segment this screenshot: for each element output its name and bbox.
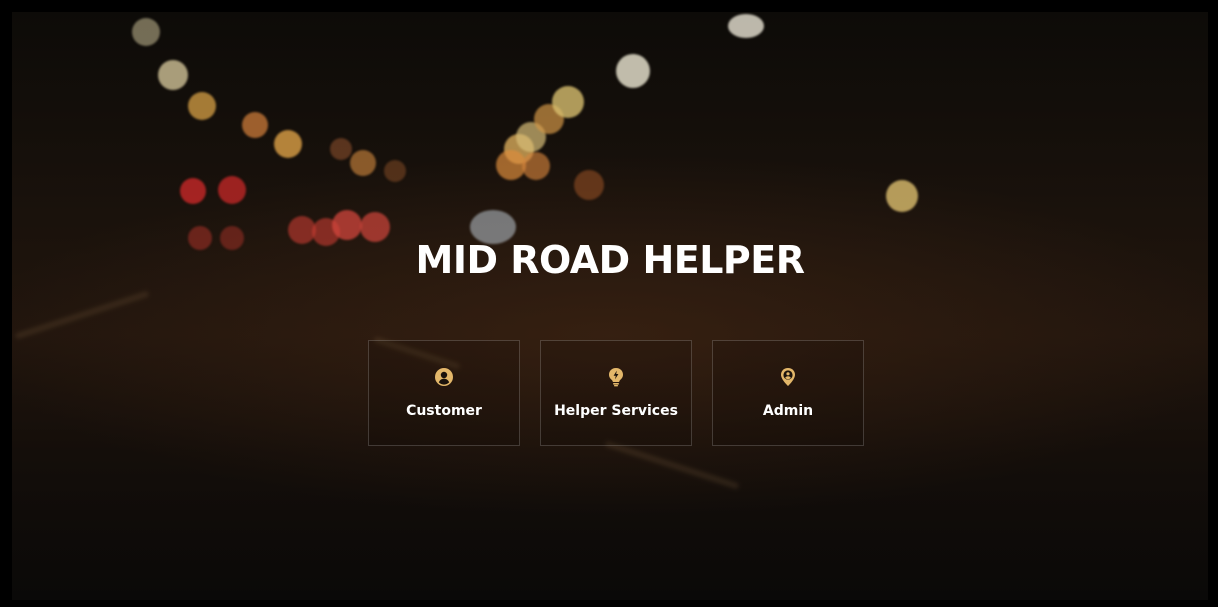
bokeh-light bbox=[158, 60, 188, 90]
lightbulb-icon bbox=[541, 367, 691, 387]
bokeh-light bbox=[274, 130, 302, 158]
user-circle-icon bbox=[369, 367, 519, 387]
bokeh-light bbox=[332, 210, 362, 240]
helper-services-card-label: Helper Services bbox=[554, 403, 678, 419]
bokeh-light bbox=[180, 178, 206, 204]
map-pin-user-icon bbox=[713, 367, 863, 387]
bokeh-light bbox=[218, 176, 246, 204]
window-frame: MID ROAD HELPER Customer Helper Services… bbox=[0, 0, 1218, 607]
bokeh-light bbox=[616, 54, 650, 88]
bokeh-light bbox=[886, 180, 918, 212]
bokeh-light bbox=[188, 92, 216, 120]
bokeh-light bbox=[132, 18, 160, 46]
hero-section: MID ROAD HELPER Customer Helper Services… bbox=[12, 12, 1208, 600]
customer-card-label: Customer bbox=[406, 403, 482, 419]
bokeh-light bbox=[330, 138, 352, 160]
helper-services-card[interactable]: Helper Services bbox=[540, 340, 692, 446]
bokeh-light bbox=[384, 160, 406, 182]
page-title: MID ROAD HELPER bbox=[415, 238, 806, 282]
bokeh-light bbox=[574, 170, 604, 200]
road-streak bbox=[14, 290, 150, 340]
admin-card[interactable]: Admin bbox=[712, 340, 864, 446]
admin-card-label: Admin bbox=[762, 403, 814, 419]
bokeh-light bbox=[242, 112, 268, 138]
bokeh-light bbox=[728, 14, 764, 38]
customer-card[interactable]: Customer bbox=[368, 340, 520, 446]
bokeh-light bbox=[350, 150, 376, 176]
role-card-group: Customer Helper Services Admin bbox=[368, 340, 868, 448]
bokeh-light bbox=[522, 152, 550, 180]
bokeh-light bbox=[552, 86, 584, 118]
